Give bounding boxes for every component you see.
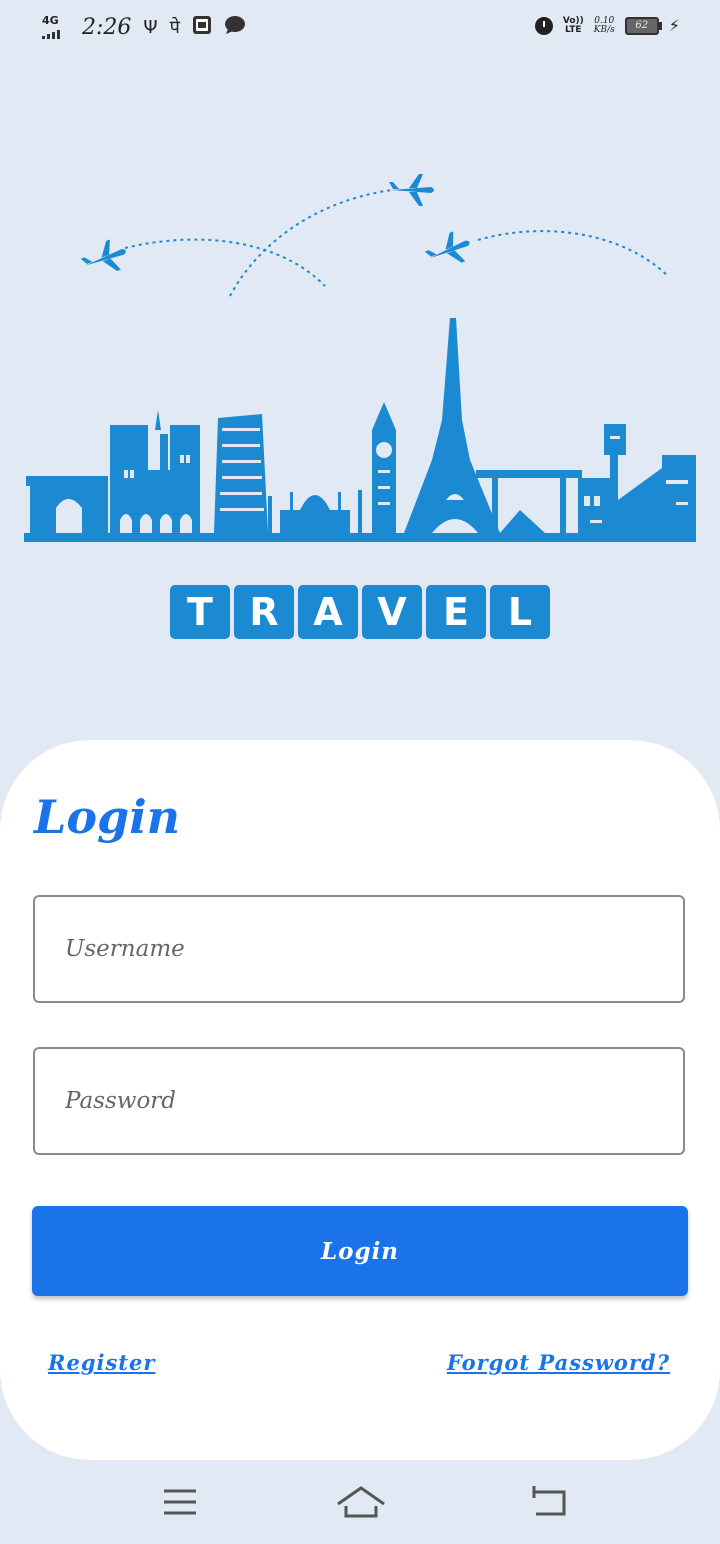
username-input[interactable] bbox=[35, 897, 683, 1001]
charging-icon: ⚡ bbox=[668, 16, 680, 35]
logo-letter: E bbox=[426, 585, 486, 639]
username-field[interactable] bbox=[33, 895, 685, 1003]
travel-logo: T R A V E L bbox=[170, 585, 550, 639]
volte-icon: Vo)) LTE bbox=[562, 15, 584, 35]
gallery-app-icon bbox=[192, 15, 212, 39]
battery-icon: 62 bbox=[624, 16, 662, 35]
navigation-bar bbox=[0, 1460, 720, 1544]
travel-skyline-illustration bbox=[24, 174, 696, 542]
airplane-icon bbox=[424, 231, 470, 263]
back-icon[interactable] bbox=[528, 1482, 572, 1522]
logo-letter: A bbox=[298, 585, 358, 639]
forgot-password-link[interactable]: Forgot Password? bbox=[447, 1350, 670, 1375]
usb-icon: Ψ bbox=[143, 16, 158, 38]
home-icon[interactable] bbox=[336, 1482, 386, 1522]
logo-letter: R bbox=[234, 585, 294, 639]
battery-level: 62 bbox=[635, 19, 649, 31]
logo-letter: V bbox=[362, 585, 422, 639]
status-bar-right: Vo)) LTE 0.10 KB/s 62 ⚡ bbox=[534, 15, 680, 35]
logo-letter: T bbox=[170, 585, 230, 639]
register-link[interactable]: Register bbox=[48, 1350, 155, 1375]
login-title: Login bbox=[34, 790, 181, 844]
login-button[interactable]: Login bbox=[32, 1206, 688, 1296]
password-field[interactable] bbox=[33, 1047, 685, 1155]
airplane-icon bbox=[80, 239, 126, 271]
status-bar: 4G 2:26 Ψ पे Vo)) LTE 0.10 KB/s 62 ⚡ bbox=[0, 0, 720, 58]
payment-app-icon: पे bbox=[169, 17, 180, 38]
status-bar-left: 4G 2:26 Ψ पे bbox=[40, 14, 246, 40]
signal-icon: 4G bbox=[40, 14, 70, 40]
logo-letter: L bbox=[490, 585, 550, 639]
alarm-icon bbox=[534, 16, 553, 35]
message-icon bbox=[224, 15, 246, 39]
password-input[interactable] bbox=[35, 1049, 683, 1153]
network-type: 4G bbox=[42, 14, 59, 27]
menu-icon[interactable] bbox=[158, 1482, 202, 1522]
status-time: 2:26 bbox=[82, 14, 132, 40]
network-speed: 0.10 KB/s bbox=[593, 15, 615, 35]
airplane-icon bbox=[389, 174, 434, 206]
